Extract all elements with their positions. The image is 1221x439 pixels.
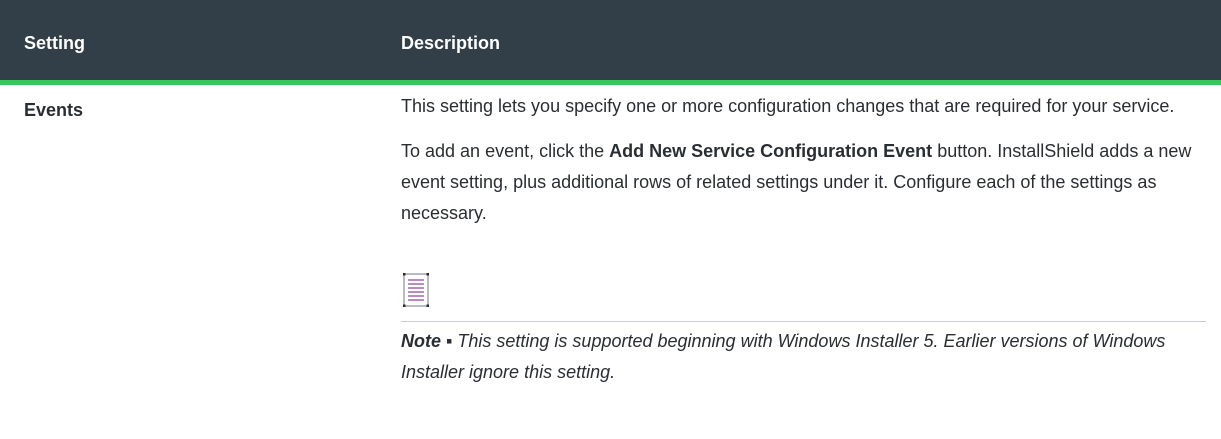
setting-description: This setting lets you specify one or mor… — [401, 91, 1206, 243]
button-name-reference: Add New Service Configuration Event — [609, 141, 933, 161]
note-text: Note ▪ This setting is supported beginni… — [401, 326, 1206, 388]
column-header-setting: Setting — [24, 33, 85, 53]
description-paragraph: This setting lets you specify one or mor… — [401, 96, 1175, 116]
note-icon — [403, 273, 429, 307]
note-label: Note ▪ — [401, 331, 453, 351]
setting-name: Events — [24, 100, 84, 120]
paragraph-text: To add an event, click the — [401, 141, 610, 161]
table-header: Setting Description — [0, 0, 1221, 85]
note-body: This setting is supported beginning with… — [401, 331, 1166, 382]
description-paragraph: To add an event, click the Add New Servi… — [401, 136, 1206, 229]
column-header-description: Description — [401, 33, 501, 53]
note-divider — [401, 321, 1206, 322]
settings-table: Setting Description Events This setting … — [0, 0, 1221, 439]
